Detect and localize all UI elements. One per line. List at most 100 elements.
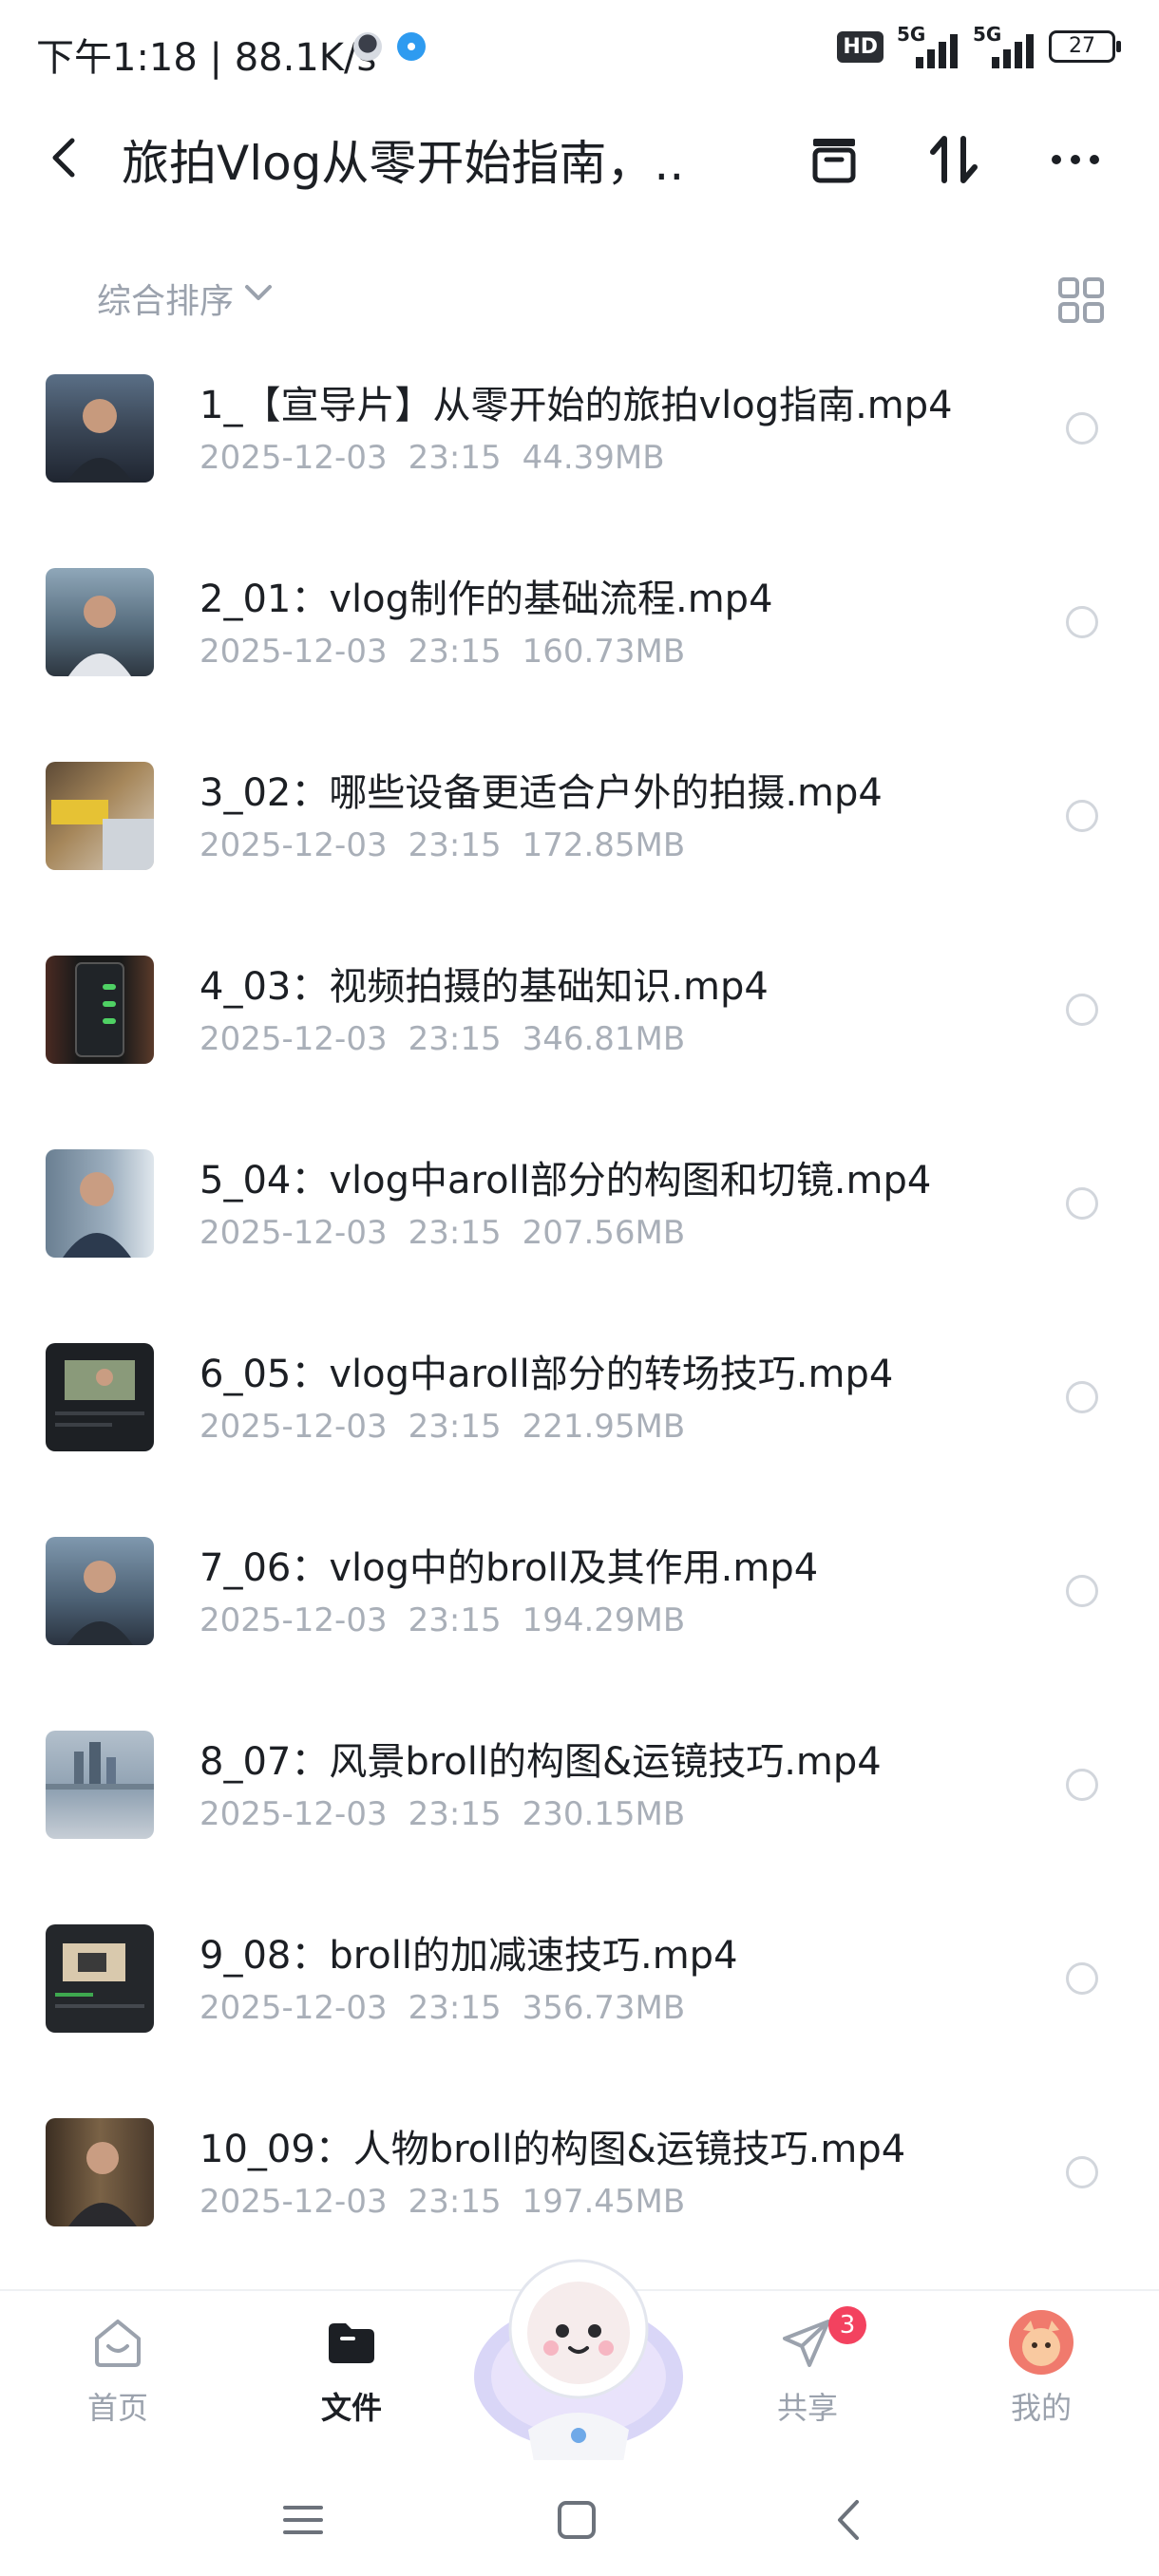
- list-item[interactable]: 3_02：哪些设备更适合户外的拍摄.mp4 2025-12-03 23:15 172…: [0, 728, 1159, 921]
- video-thumbnail: [46, 956, 154, 1064]
- system-back-icon[interactable]: [817, 2487, 884, 2553]
- file-meta: 2025-12-03 23:15 160.73MB: [200, 633, 706, 671]
- notification-app-icon: [353, 32, 382, 61]
- select-radio[interactable]: [1066, 800, 1098, 832]
- file-date: 2025-12-03: [200, 633, 388, 671]
- file-time: 23:15: [408, 2183, 502, 2221]
- video-thumbnail: [46, 1537, 154, 1645]
- menu-icon[interactable]: [270, 2487, 336, 2553]
- select-radio[interactable]: [1066, 412, 1098, 445]
- file-meta: 2025-12-03 23:15 207.56MB: [200, 1214, 706, 1252]
- file-date: 2025-12-03: [200, 1214, 388, 1252]
- list-item[interactable]: 6_05：vlog中aroll部分的转场技巧.mp4 2025-12-03 23:…: [0, 1309, 1159, 1503]
- file-date: 2025-12-03: [200, 1601, 388, 1639]
- file-date: 2025-12-03: [200, 1795, 388, 1833]
- list-item[interactable]: 8_07：风景broll的构图&运镜技巧.mp4 2025-12-03 23:15…: [0, 1696, 1159, 1890]
- file-date: 2025-12-03: [200, 1020, 388, 1058]
- sort-bar: 综合排序: [0, 256, 1159, 332]
- file-name: 3_02：哪些设备更适合户外的拍摄.mp4: [200, 771, 883, 815]
- page-title: 旅拍Vlog从零开始指南，...: [122, 136, 682, 191]
- file-meta: 2025-12-03 23:15 172.85MB: [200, 826, 706, 864]
- file-name: 8_07：风景broll的构图&运镜技巧.mp4: [200, 1740, 882, 1784]
- file-time: 23:15: [408, 1795, 502, 1833]
- file-size: 194.29MB: [522, 1601, 686, 1639]
- list-item[interactable]: 7_06：vlog中的broll及其作用.mp4 2025-12-03 23:15…: [0, 1503, 1159, 1696]
- status-indicators: HD 5G 5G 27: [837, 23, 1121, 68]
- grid-view-icon[interactable]: [1054, 274, 1108, 327]
- file-name: 1_【宣导片】从零开始的旅拍vlog指南.mp4: [200, 384, 953, 427]
- app-header: 旅拍Vlog从零开始指南，...: [0, 95, 1159, 218]
- video-thumbnail: [46, 374, 154, 483]
- video-thumbnail: [46, 1343, 154, 1451]
- file-size: 221.95MB: [522, 1408, 686, 1446]
- file-time: 23:15: [408, 633, 502, 671]
- list-item[interactable]: 4_03：视频拍摄的基础知识.mp4 2025-12-03 23:15 346.81…: [0, 921, 1159, 1115]
- file-size: 197.45MB: [522, 2183, 686, 2221]
- battery-icon: 27: [1049, 30, 1121, 63]
- sort-icon[interactable]: [916, 122, 992, 198]
- bottom-nav: 首页 文件 3 共享 我的: [0, 2259, 1159, 2462]
- nav-share-label: 共享: [776, 2390, 838, 2426]
- file-date: 2025-12-03: [200, 1989, 388, 2027]
- file-name: 5_04：vlog中aroll部分的构图和切镜.mp4: [200, 1159, 932, 1203]
- file-time: 23:15: [408, 1020, 502, 1058]
- file-meta: 2025-12-03 23:15 230.15MB: [200, 1795, 706, 1833]
- file-name: 9_08：broll的加减速技巧.mp4: [200, 1934, 738, 1978]
- file-time: 23:15: [408, 826, 502, 864]
- list-item[interactable]: 5_04：vlog中aroll部分的构图和切镜.mp4 2025-12-03 23…: [0, 1115, 1159, 1309]
- status-app-icons: [353, 32, 426, 61]
- video-thumbnail: [46, 1149, 154, 1258]
- home-icon: [89, 2314, 146, 2371]
- sort-dropdown[interactable]: 综合排序: [97, 274, 234, 323]
- file-size: 44.39MB: [522, 439, 665, 477]
- notification-app-icon: [397, 32, 426, 61]
- send-icon: [779, 2314, 836, 2371]
- nav-me[interactable]: 我的: [965, 2291, 1117, 2453]
- assistant-mascot-icon[interactable]: [471, 2234, 686, 2462]
- archive-icon[interactable]: [796, 122, 872, 198]
- nav-share[interactable]: 3 共享: [732, 2291, 884, 2453]
- select-radio[interactable]: [1066, 1575, 1098, 1607]
- file-meta: 2025-12-03 23:15 346.81MB: [200, 1020, 706, 1058]
- more-icon[interactable]: [1037, 122, 1113, 198]
- file-size: 346.81MB: [522, 1020, 686, 1058]
- select-radio[interactable]: [1066, 1962, 1098, 1995]
- select-radio[interactable]: [1066, 1381, 1098, 1413]
- file-date: 2025-12-03: [200, 1408, 388, 1446]
- nav-me-label: 我的: [1010, 2390, 1072, 2426]
- signal-icon: 5G: [973, 23, 1036, 68]
- file-name: 10_09：人物broll的构图&运镜技巧.mp4: [200, 2128, 906, 2171]
- nav-home-label: 首页: [86, 2390, 148, 2426]
- file-time: 23:15: [408, 1989, 502, 2027]
- system-nav-bar: [0, 2460, 1159, 2576]
- video-thumbnail: [46, 762, 154, 870]
- file-time: 23:15: [408, 439, 502, 477]
- folder-icon: [323, 2314, 380, 2371]
- hd-voice-icon: HD: [837, 30, 884, 63]
- file-meta: 2025-12-03 23:15 356.73MB: [200, 1989, 706, 2027]
- list-item[interactable]: 2_01：vlog制作的基础流程.mp4 2025-12-03 23:15 160.…: [0, 534, 1159, 728]
- back-arrow-icon[interactable]: [38, 129, 95, 186]
- select-radio[interactable]: [1066, 1187, 1098, 1220]
- file-meta: 2025-12-03 23:15 221.95MB: [200, 1408, 706, 1446]
- nav-files[interactable]: 文件: [276, 2291, 428, 2453]
- list-item[interactable]: 9_08：broll的加减速技巧.mp4 2025-12-03 23:15 356.…: [0, 1890, 1159, 2084]
- file-name: 2_01：vlog制作的基础流程.mp4: [200, 578, 773, 621]
- file-size: 160.73MB: [522, 633, 686, 671]
- chevron-down-icon[interactable]: [243, 281, 274, 308]
- nav-home[interactable]: 首页: [42, 2291, 194, 2453]
- select-radio[interactable]: [1066, 2156, 1098, 2188]
- select-radio[interactable]: [1066, 1769, 1098, 1801]
- file-name: 7_06：vlog中的broll及其作用.mp4: [200, 1546, 819, 1590]
- select-radio[interactable]: [1066, 994, 1098, 1026]
- status-bar: 下午1:18 | 88.1K/s HD 5G 5G 27: [0, 0, 1159, 95]
- nav-files-label: 文件: [320, 2390, 382, 2426]
- file-size: 207.56MB: [522, 1214, 686, 1252]
- select-radio[interactable]: [1066, 606, 1098, 638]
- video-thumbnail: [46, 2118, 154, 2226]
- list-item[interactable]: 1_【宣导片】从零开始的旅拍vlog指南.mp4 2025-12-03 23:15…: [0, 340, 1159, 534]
- home-square-icon[interactable]: [543, 2487, 610, 2553]
- file-meta: 2025-12-03 23:15 194.29MB: [200, 1601, 706, 1639]
- file-date: 2025-12-03: [200, 826, 388, 864]
- file-name: 4_03：视频拍摄的基础知识.mp4: [200, 965, 769, 1009]
